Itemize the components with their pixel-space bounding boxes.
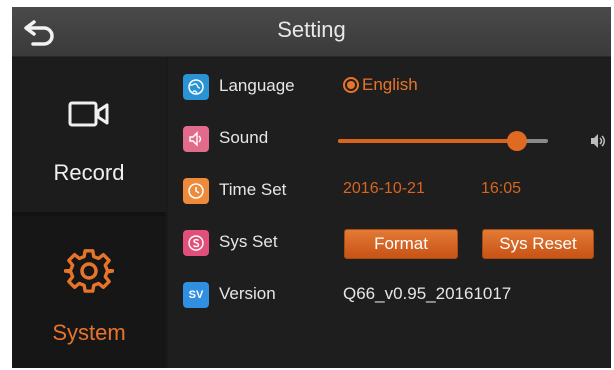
- sv-icon: SV: [183, 282, 209, 308]
- sidebar-item-label: Record: [53, 160, 125, 185]
- page-title: Setting: [277, 17, 346, 42]
- globe-icon: [183, 74, 209, 100]
- date-value[interactable]: 2016-10-21: [343, 180, 425, 198]
- sound-label: Sound: [219, 128, 269, 147]
- time-set-label: Time Set: [219, 180, 287, 199]
- setting-row-version: SV Version Q66_v0.95_20161017: [168, 268, 611, 320]
- setting-row-language: Language English: [168, 60, 611, 112]
- time-value[interactable]: 16:05: [481, 180, 521, 198]
- language-option-english[interactable]: English: [343, 75, 418, 95]
- language-label: Language: [219, 76, 295, 95]
- sidebar: Record System: [12, 58, 166, 368]
- sound-slider[interactable]: [338, 131, 548, 151]
- radio-selected-icon: [343, 77, 359, 93]
- gear-icon: [64, 249, 114, 293]
- clock-icon: [183, 178, 209, 204]
- version-label: Version: [219, 284, 276, 303]
- sys-set-label: Sys Set: [219, 232, 278, 251]
- device-screen: Setting Record System Language English S…: [12, 7, 611, 368]
- volume-icon[interactable]: [589, 132, 607, 150]
- sidebar-item-label: System: [52, 320, 126, 345]
- language-value: English: [362, 75, 418, 94]
- speaker-icon: [183, 126, 209, 152]
- sys-reset-button[interactable]: Sys Reset: [482, 229, 594, 259]
- setting-row-sound: Sound: [168, 112, 611, 164]
- video-camera-icon: [68, 101, 109, 127]
- version-value: Q66_v0.95_20161017: [343, 284, 512, 303]
- setting-row-time: Time Set 2016-10-21 16:05: [168, 164, 611, 216]
- sidebar-item-record[interactable]: Record: [12, 58, 166, 212]
- sidebar-item-system[interactable]: System: [12, 216, 166, 368]
- sound-slider-fill: [338, 139, 517, 143]
- settings-panel: Language English Sound Time Set 2016-10-…: [168, 58, 611, 368]
- sound-slider-thumb[interactable]: [506, 131, 527, 151]
- header-bar: Setting: [12, 7, 611, 57]
- s-icon: [183, 230, 209, 256]
- format-button[interactable]: Format: [344, 229, 458, 259]
- setting-row-sys-set: Sys Set Format Sys Reset: [168, 216, 611, 268]
